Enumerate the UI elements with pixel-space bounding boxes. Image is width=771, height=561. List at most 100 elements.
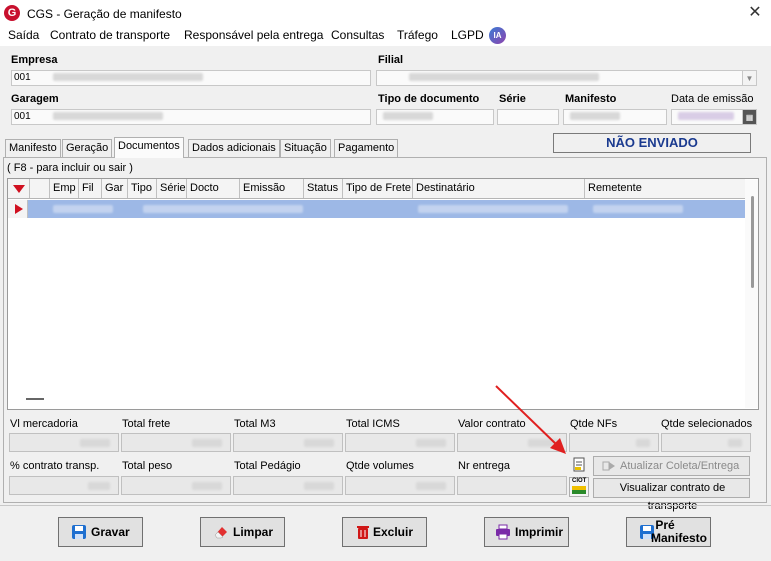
select-column-header[interactable] — [30, 179, 50, 198]
annotation-arrow-icon — [495, 385, 566, 454]
menu-saida[interactable]: Saída — [8, 28, 39, 42]
status-badge: NÃO ENVIADO — [553, 133, 751, 153]
imprimir-button[interactable]: Imprimir — [484, 517, 569, 547]
filial-select[interactable]: ▼ — [376, 70, 757, 86]
qtde-volumes-field — [345, 476, 455, 495]
serie-field[interactable] — [497, 109, 559, 125]
excluir-button[interactable]: Excluir — [342, 517, 427, 547]
document-icon[interactable] — [572, 457, 586, 473]
menu-consultas[interactable]: Consultas — [331, 28, 384, 42]
tab-manifesto[interactable]: Manifesto — [5, 139, 61, 157]
qtde-selecionados-label: Qtde selecionados — [661, 418, 753, 430]
redacted-text — [636, 438, 650, 447]
arrow-right-icon — [602, 461, 615, 471]
total-icms-field — [345, 433, 455, 452]
redacted-text — [416, 438, 446, 447]
eraser-icon — [214, 527, 227, 539]
tipo-documento-select[interactable] — [376, 109, 494, 125]
close-window-button[interactable]: ✕ — [745, 3, 765, 23]
column-header[interactable]: Tipo — [128, 179, 157, 198]
column-header[interactable]: Remetente — [585, 179, 745, 198]
serie-label: Série — [499, 93, 526, 105]
qtde-selecionados-field — [661, 433, 751, 452]
qtde-nfs-field — [569, 433, 659, 452]
redacted-text — [416, 481, 446, 490]
menu-contrato-transporte[interactable]: Contrato de transporte — [50, 28, 170, 42]
column-header[interactable]: Gar — [102, 179, 128, 198]
column-header[interactable]: Destinatário — [413, 179, 585, 198]
visualizar-contrato-button[interactable]: Visualizar contrato de transporte — [593, 478, 750, 512]
qtde-nfs-label: Qtde NFs — [570, 418, 618, 430]
empresa-label: Empresa — [11, 54, 58, 66]
tab-situacao[interactable]: Situação — [280, 139, 331, 157]
menu-trafego[interactable]: Tráfego — [397, 28, 438, 42]
ciot-label: CIOT — [572, 478, 587, 484]
redacted-text — [304, 481, 334, 490]
tab-dados-adicionais[interactable]: Dados adicionais — [188, 139, 280, 157]
column-header[interactable]: Emissão — [240, 179, 304, 198]
gravar-button[interactable]: Gravar — [58, 517, 143, 547]
gravar-label: Gravar — [91, 525, 130, 539]
atualizar-label: Atualizar Coleta/Entrega — [620, 460, 740, 472]
column-header[interactable]: Fil — [79, 179, 102, 198]
trash-icon — [357, 526, 369, 539]
data-emissao-field[interactable]: ▦ — [671, 109, 757, 125]
redacted-text — [570, 112, 620, 121]
column-header[interactable]: Status — [304, 179, 343, 198]
current-row-arrow-icon — [15, 204, 23, 214]
total-frete-label: Total frete — [122, 418, 171, 430]
redacted-text — [53, 205, 113, 213]
ciot-icon[interactable]: CIOT — [569, 477, 589, 497]
limpar-button[interactable]: Limpar — [200, 517, 285, 547]
garagem-code: 001 — [14, 111, 31, 122]
redacted-text — [53, 112, 164, 121]
atualizar-coleta-entrega-button[interactable]: Atualizar Coleta/Entrega — [593, 456, 750, 476]
limpar-label: Limpar — [233, 525, 274, 539]
column-header[interactable]: Tipo de Frete — [343, 179, 413, 198]
redacted-text — [409, 73, 599, 82]
redacted-text — [192, 438, 222, 447]
data-emissao-label: Data de emissão — [671, 93, 754, 105]
total-icms-label: Total ICMS — [346, 418, 400, 430]
title-bar: G CGS - Geração de manifesto ✕ — [0, 0, 771, 28]
empresa-field[interactable]: 001 — [11, 70, 371, 86]
chevron-down-icon[interactable]: ▼ — [742, 71, 756, 85]
empresa-code: 001 — [14, 72, 31, 83]
pct-contrato-label: % contrato transp. — [10, 460, 100, 472]
manifesto-label: Manifesto — [565, 93, 617, 105]
column-header[interactable]: Emp — [50, 179, 79, 198]
tipo-documento-label: Tipo de documento — [378, 93, 480, 105]
calendar-icon[interactable]: ▦ — [742, 110, 756, 124]
divider — [0, 505, 771, 506]
row-selector[interactable] — [8, 200, 28, 218]
sort-indicator-icon[interactable] — [8, 179, 30, 198]
horizontal-scrollbar-thumb[interactable] — [26, 398, 44, 400]
pre-manifesto-button[interactable]: Pré Manifesto — [626, 517, 711, 547]
redacted-text — [192, 481, 222, 490]
manifesto-field[interactable] — [563, 109, 667, 125]
redacted-text — [383, 112, 433, 121]
garagem-label: Garagem — [11, 93, 59, 105]
total-peso-label: Total peso — [122, 460, 173, 472]
vl-mercadoria-field — [9, 433, 119, 452]
redacted-text — [728, 438, 742, 447]
column-header[interactable]: Docto — [187, 179, 240, 198]
garagem-field[interactable]: 001 — [11, 109, 371, 125]
menu-responsavel-entrega[interactable]: Responsável pela entrega — [184, 28, 323, 42]
redacted-text — [304, 438, 334, 447]
nr-entrega-field — [457, 476, 567, 495]
column-header[interactable]: Série — [157, 179, 187, 198]
tab-documentos[interactable]: Documentos — [114, 137, 184, 158]
excluir-label: Excluir — [373, 525, 414, 539]
menu-lgpd[interactable]: LGPD — [451, 28, 484, 42]
tab-pagamento[interactable]: Pagamento — [334, 139, 399, 157]
ia-assistant-icon[interactable]: IA — [489, 27, 506, 44]
grid-header: Emp Fil Gar Tipo Série Docto Emissão Sta… — [8, 179, 745, 199]
redacted-text — [53, 73, 204, 82]
table-row[interactable] — [8, 200, 745, 218]
tab-geracao[interactable]: Geração — [62, 139, 113, 157]
pre-manifesto-line2: Manifesto — [651, 531, 708, 545]
filial-label: Filial — [378, 54, 404, 66]
redacted-text — [593, 205, 683, 213]
scrollbar-thumb[interactable] — [751, 196, 754, 288]
